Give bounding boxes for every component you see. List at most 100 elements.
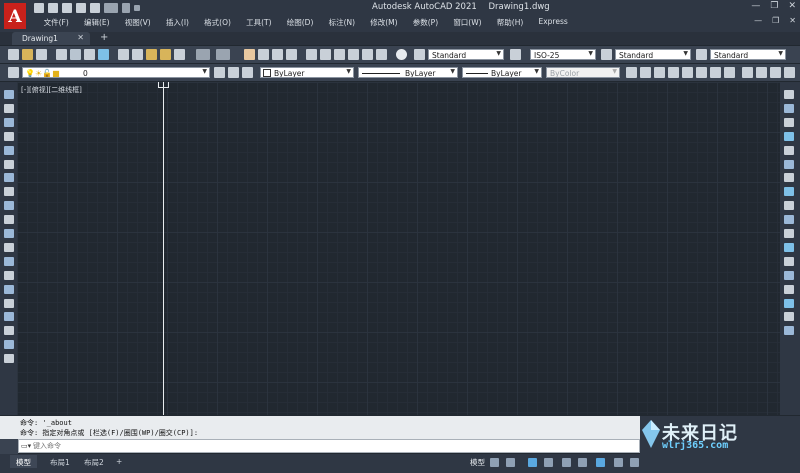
polygon-icon[interactable]: [4, 131, 14, 141]
snap-mode-icon[interactable]: [506, 458, 515, 467]
grid-icon[interactable]: [490, 458, 499, 467]
properties-icon[interactable]: [306, 49, 317, 60]
dim-style-select[interactable]: ISO-25 ▼: [530, 49, 596, 60]
rotate-icon[interactable]: [784, 173, 794, 183]
array-icon[interactable]: [784, 145, 794, 155]
save-icon[interactable]: [36, 49, 47, 60]
xline-icon[interactable]: [4, 103, 14, 113]
ellipse-arc-icon[interactable]: [4, 229, 14, 238]
table-style-select[interactable]: Standard ▼: [615, 49, 691, 60]
layer-previous-icon[interactable]: [228, 67, 239, 78]
stretch-icon[interactable]: [784, 201, 794, 211]
quick-dim-icon[interactable]: [742, 67, 753, 78]
layer-properties-icon[interactable]: [8, 67, 19, 78]
mleader-style-select[interactable]: Standard ▼: [710, 49, 786, 60]
point-icon[interactable]: [4, 270, 14, 280]
dim-angular-icon[interactable]: [724, 67, 735, 78]
tab-drawing1[interactable]: Drawing1 ✕: [12, 32, 90, 45]
open-file-icon[interactable]: [48, 3, 58, 13]
tab-close-icon[interactable]: ✕: [77, 33, 84, 42]
doc-minimize-icon[interactable]: —: [754, 16, 762, 25]
dim-diameter-icon[interactable]: [710, 67, 721, 78]
design-center-icon[interactable]: [320, 49, 331, 60]
object-snap-tracking-icon[interactable]: [578, 458, 587, 467]
offset-icon[interactable]: [784, 131, 794, 141]
publish-icon[interactable]: [84, 49, 95, 60]
command-input[interactable]: [33, 440, 633, 452]
menu-view[interactable]: 视图(V): [117, 17, 158, 28]
close-icon[interactable]: ✕: [788, 1, 796, 11]
markup-icon[interactable]: [362, 49, 373, 60]
tab-model[interactable]: 模型: [10, 455, 37, 468]
break-at-point-icon[interactable]: [784, 242, 794, 252]
menu-tools[interactable]: 工具(T): [239, 17, 280, 28]
save-icon[interactable]: [62, 3, 72, 13]
layer-match-icon[interactable]: [242, 67, 253, 78]
text-style-select[interactable]: Standard ▼: [428, 49, 504, 60]
region-icon[interactable]: [4, 312, 14, 322]
command-prompt-icon[interactable]: ▭▾: [21, 442, 31, 450]
tool-palettes-icon[interactable]: [334, 49, 345, 60]
zoom-window-icon[interactable]: [272, 49, 283, 60]
menu-draw[interactable]: 绘图(D): [279, 17, 321, 28]
blend-icon[interactable]: [784, 312, 794, 322]
color-select[interactable]: ByLayer ▼: [260, 67, 354, 78]
mtext-icon[interactable]: [4, 340, 14, 350]
dim-linear-icon[interactable]: [626, 67, 637, 78]
quickcalc-icon[interactable]: [376, 49, 387, 60]
menu-help[interactable]: 帮助(H): [489, 17, 531, 28]
sheet-set-icon[interactable]: [348, 49, 359, 60]
copy-clip-icon[interactable]: [132, 49, 143, 60]
spline-icon[interactable]: [4, 201, 14, 211]
doc-restore-icon[interactable]: ❐: [772, 16, 779, 25]
block-editor-icon[interactable]: [174, 49, 185, 60]
redo-icon[interactable]: [122, 3, 130, 13]
menu-modify[interactable]: 修改(M): [363, 17, 406, 28]
minimize-icon[interactable]: —: [751, 1, 760, 11]
add-selected-icon[interactable]: [4, 354, 14, 364]
object-snap-icon[interactable]: [596, 458, 605, 467]
menu-dimension[interactable]: 标注(N): [321, 17, 363, 28]
drawing-canvas[interactable]: [-][俯视][二维线框]: [17, 82, 780, 415]
ortho-icon[interactable]: [528, 458, 537, 467]
hatch-icon[interactable]: [4, 284, 14, 294]
viewport-controls[interactable]: [-][俯视][二维线框]: [21, 85, 82, 95]
pline-icon[interactable]: [4, 117, 14, 127]
move-icon[interactable]: [784, 159, 794, 169]
lineweight-select[interactable]: ByLayer ▼: [462, 67, 542, 78]
menu-file[interactable]: 文件(F): [36, 17, 76, 28]
erase-icon[interactable]: [784, 90, 794, 99]
gradient-icon[interactable]: [4, 298, 14, 308]
revcloud-icon[interactable]: [4, 187, 14, 197]
break-icon[interactable]: [784, 256, 794, 266]
help-icon[interactable]: [396, 49, 407, 60]
save-as-icon[interactable]: [76, 3, 86, 13]
insert-block-icon[interactable]: [4, 242, 14, 252]
print-icon[interactable]: [90, 3, 100, 13]
make-block-icon[interactable]: [4, 256, 14, 266]
dim-radius-icon[interactable]: [682, 67, 693, 78]
lineweight-toggle-icon[interactable]: [614, 458, 623, 467]
extend-icon[interactable]: [784, 229, 794, 238]
new-tab-button[interactable]: +: [100, 32, 108, 43]
paste-icon[interactable]: [146, 49, 157, 60]
dim-space-icon[interactable]: [784, 67, 795, 78]
dim-ordinate-icon[interactable]: [668, 67, 679, 78]
linetype-select[interactable]: ByLayer ▼: [358, 67, 458, 78]
layer-select[interactable]: 💡☀🔓■ 0 ▼: [22, 67, 210, 78]
dim-arc-icon[interactable]: [654, 67, 665, 78]
plot-icon[interactable]: [56, 49, 67, 60]
add-layout-button[interactable]: +: [110, 455, 128, 468]
chamfer-icon[interactable]: [784, 284, 794, 294]
autocad-logo-icon[interactable]: A: [4, 3, 26, 29]
fillet-icon[interactable]: [784, 298, 794, 308]
menu-format[interactable]: 格式(O): [197, 17, 239, 28]
zoom-previous-icon[interactable]: [286, 49, 297, 60]
explode-icon[interactable]: [784, 326, 794, 336]
rectangle-icon[interactable]: [4, 145, 14, 155]
qat-dropdown-icon[interactable]: [134, 5, 140, 11]
menu-edit[interactable]: 编辑(E): [76, 17, 117, 28]
copy-icon[interactable]: [784, 103, 794, 113]
redo-toolbar-icon[interactable]: [216, 49, 230, 60]
doc-close-icon[interactable]: ✕: [789, 16, 796, 25]
